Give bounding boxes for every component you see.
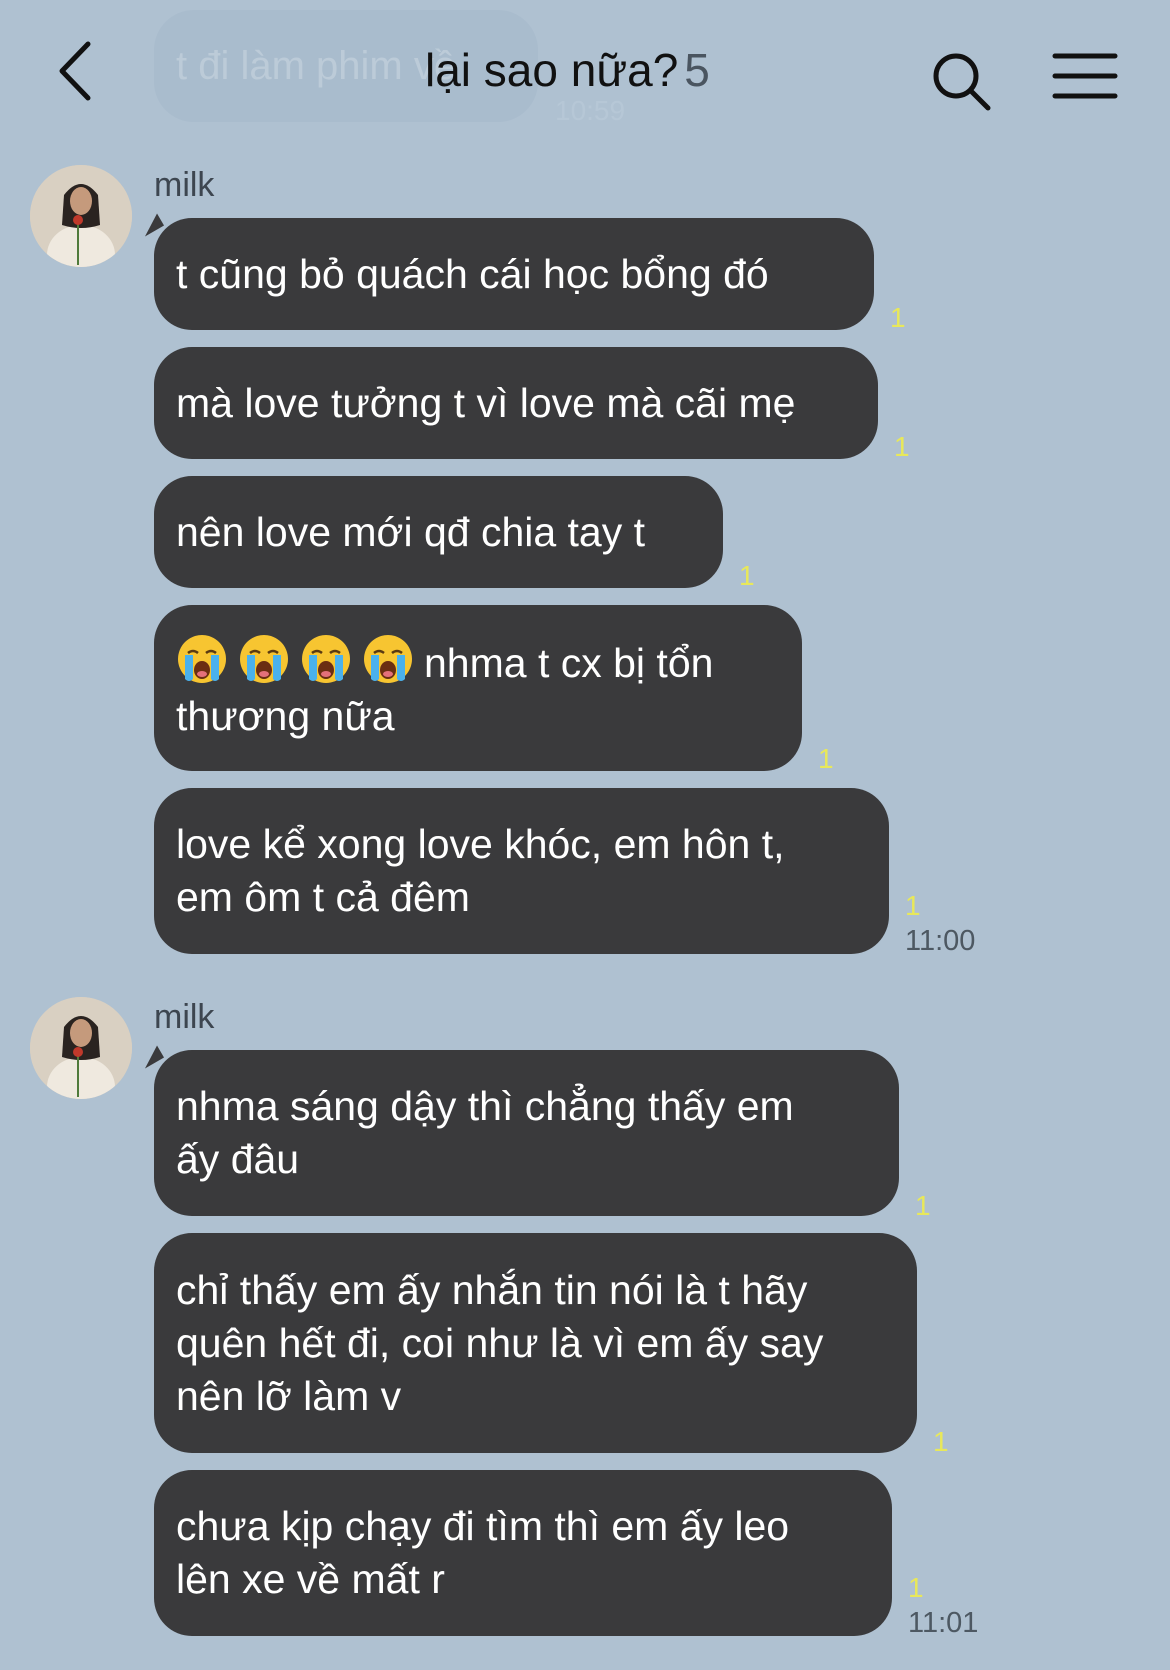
read-count: 1	[908, 1572, 924, 1603]
back-chevron-icon	[59, 41, 91, 101]
read-count: 1	[818, 743, 834, 774]
back-button[interactable]	[50, 36, 110, 106]
message-bubble[interactable]: chỉ thấy em ấy nhắn tin nói là t hãy quê…	[154, 1233, 917, 1453]
message-bubble[interactable]: love kể xong love khóc, em hôn t, em ôm …	[154, 788, 889, 954]
member-count: 5	[684, 44, 710, 96]
message-text: chưa kịp chạy đi tìm thì em ấy leo	[176, 1503, 790, 1549]
sender-name: milk	[154, 166, 215, 204]
avatar-photo	[30, 165, 132, 267]
crying-face-emoji	[302, 635, 350, 683]
message-bubble[interactable]: nhma sáng dậy thì chẳng thấy em ấy đâu	[154, 1050, 899, 1216]
crying-face-emoji	[240, 635, 288, 683]
message-text: nên love mới qđ chia tay t	[176, 508, 646, 555]
sender-name: milk	[154, 998, 215, 1036]
chat-header: t đi làm phim về 10:59 lại sao nữa? 5	[0, 0, 1170, 140]
message-bubble[interactable]: t cũng bỏ quách cái học bổng đó	[154, 218, 874, 330]
message-text: nhma t cx bị tổn	[424, 640, 714, 686]
sender-avatar[interactable]	[30, 997, 132, 1099]
read-count: 1	[890, 302, 906, 333]
message-text: chỉ thấy em ấy nhắn tin nói là t hãy	[176, 1266, 808, 1313]
message-text: nên lỡ làm v	[176, 1372, 402, 1419]
message-bubble[interactable]: nên love mới qđ chia tay t	[154, 476, 723, 588]
menu-button[interactable]	[1052, 50, 1118, 106]
message-text: mà love tưởng t vì love mà cãi mẹ	[176, 379, 796, 426]
chat-title: lại sao nữa? 5	[425, 40, 710, 100]
read-count: 1	[905, 890, 921, 921]
message-text: t cũng bỏ quách cái học bổng đó	[176, 250, 769, 297]
read-count: 1	[894, 431, 910, 462]
message-time: 11:00	[905, 925, 976, 957]
message-text: thương nữa	[176, 693, 395, 739]
crying-emoji-group	[176, 635, 424, 686]
message-bubble[interactable]: nhma t cx bị tổn thương nữa	[154, 605, 802, 771]
search-icon	[933, 53, 991, 111]
message-text: nhma sáng dậy thì chẳng thấy em	[176, 1083, 794, 1129]
message-time: 11:01	[908, 1607, 979, 1639]
message-line: nhma t cx bị tổn	[176, 633, 780, 690]
message-bubble[interactable]: mà love tưởng t vì love mà cãi mẹ	[154, 347, 878, 459]
crying-face-emoji	[178, 635, 226, 683]
message-text: lên xe về mất r	[176, 1556, 445, 1602]
chat-title-text: lại sao nữa?	[425, 44, 679, 96]
sender-avatar[interactable]	[30, 165, 132, 267]
message-text: em ôm t cả đêm	[176, 874, 470, 920]
menu-icon	[1052, 53, 1118, 99]
avatar-photo	[30, 997, 132, 1099]
message-text: ấy đâu	[176, 1136, 300, 1182]
message-text: quên hết đi, coi như là vì em ấy say	[176, 1319, 824, 1366]
message-text: love kể xong love khóc, em hôn t,	[176, 821, 785, 867]
search-button[interactable]	[930, 50, 994, 114]
read-count: 1	[915, 1190, 931, 1221]
message-bubble[interactable]: chưa kịp chạy đi tìm thì em ấy leo lên x…	[154, 1470, 892, 1636]
read-count: 1	[739, 560, 755, 591]
read-count: 1	[933, 1426, 949, 1457]
crying-face-emoji	[364, 635, 412, 683]
